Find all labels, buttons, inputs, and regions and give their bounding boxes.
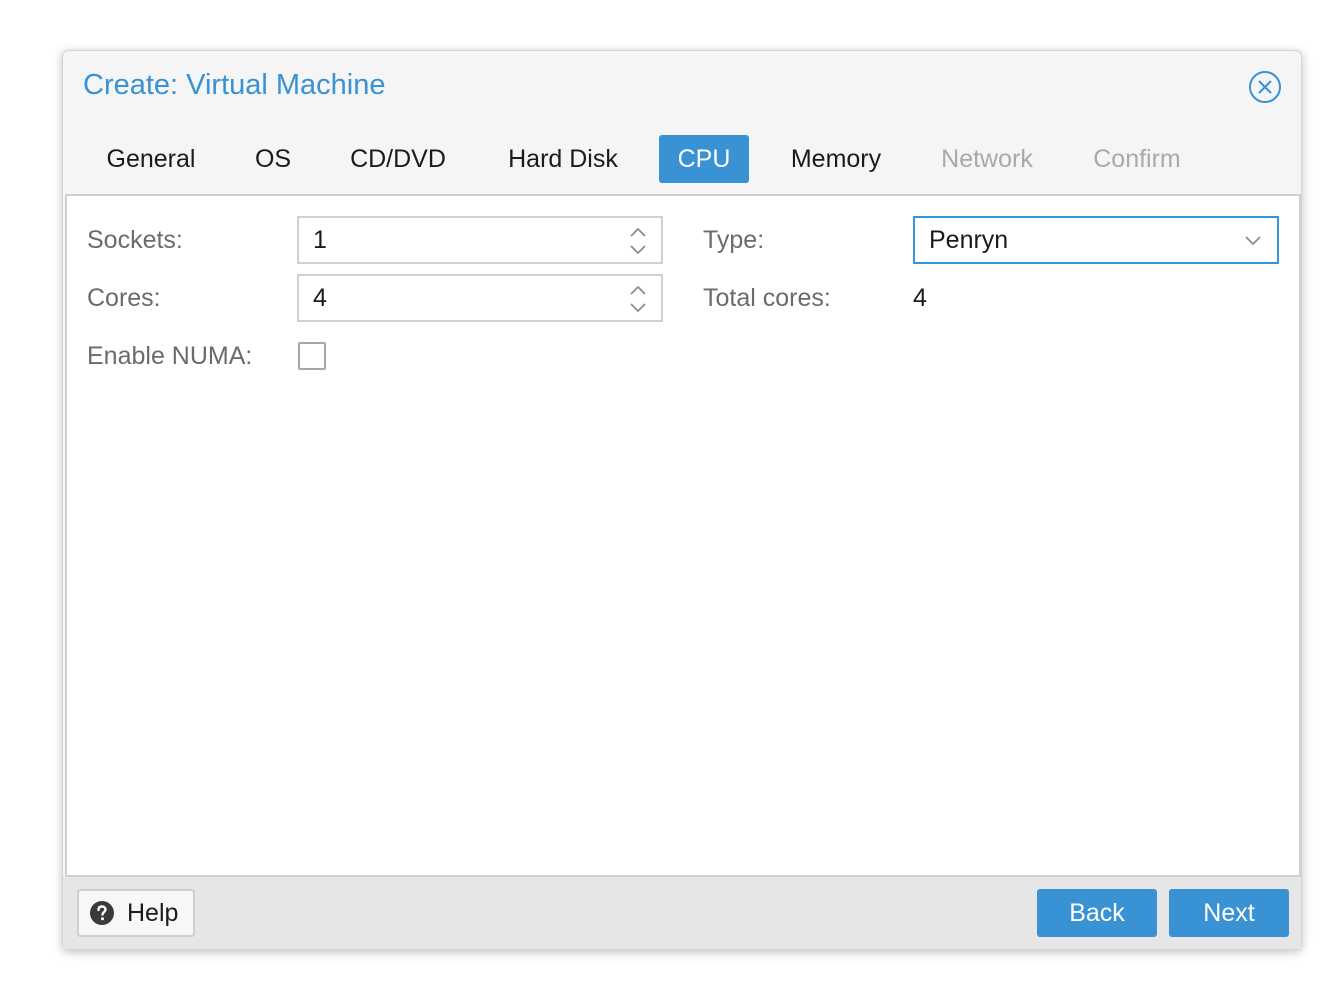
tab-general[interactable]: General bbox=[87, 135, 215, 183]
enable-numa-label: Enable NUMA: bbox=[87, 342, 253, 370]
sockets-value: 1 bbox=[313, 225, 327, 254]
tab-cd-dvd[interactable]: CD/DVD bbox=[331, 135, 465, 183]
spinner-arrows-icon[interactable] bbox=[627, 282, 649, 316]
cpu-settings-panel: Sockets: 1 Cores: 4 Enable NUMA: Type: P… bbox=[65, 194, 1301, 877]
tab-cpu[interactable]: CPU bbox=[659, 135, 749, 183]
cpu-type-select[interactable]: Penryn bbox=[913, 216, 1279, 264]
tab-memory[interactable]: Memory bbox=[771, 135, 901, 183]
question-circle-icon bbox=[90, 901, 114, 925]
dialog-title: Create: Virtual Machine bbox=[83, 69, 386, 101]
back-button[interactable]: Back bbox=[1037, 889, 1157, 937]
spinner-arrows-icon[interactable] bbox=[627, 224, 649, 258]
tab-network: Network bbox=[941, 144, 1033, 173]
total-cores-value: 4 bbox=[913, 284, 927, 312]
help-label: Help bbox=[127, 898, 179, 927]
cores-label: Cores: bbox=[87, 284, 161, 312]
total-cores-label: Total cores: bbox=[703, 284, 831, 312]
type-label: Type: bbox=[703, 226, 765, 254]
tab-confirm: Confirm bbox=[1093, 144, 1181, 173]
chevron-down-icon[interactable] bbox=[1243, 232, 1263, 248]
close-icon[interactable] bbox=[1247, 69, 1283, 105]
help-button[interactable]: Help bbox=[77, 889, 195, 937]
create-vm-dialog: Create: Virtual Machine General OS CD/DV… bbox=[62, 50, 1302, 950]
cpu-type-value: Penryn bbox=[929, 225, 1009, 254]
next-button[interactable]: Next bbox=[1169, 889, 1289, 937]
tab-hard-disk[interactable]: Hard Disk bbox=[487, 135, 639, 183]
sockets-stepper[interactable]: 1 bbox=[297, 216, 663, 264]
cores-stepper[interactable]: 4 bbox=[297, 274, 663, 322]
dialog-footer: Help Back Next bbox=[63, 877, 1301, 949]
tab-os[interactable]: OS bbox=[237, 135, 309, 183]
sockets-label: Sockets: bbox=[87, 226, 183, 254]
cores-value: 4 bbox=[313, 283, 327, 312]
enable-numa-checkbox[interactable] bbox=[298, 342, 326, 370]
